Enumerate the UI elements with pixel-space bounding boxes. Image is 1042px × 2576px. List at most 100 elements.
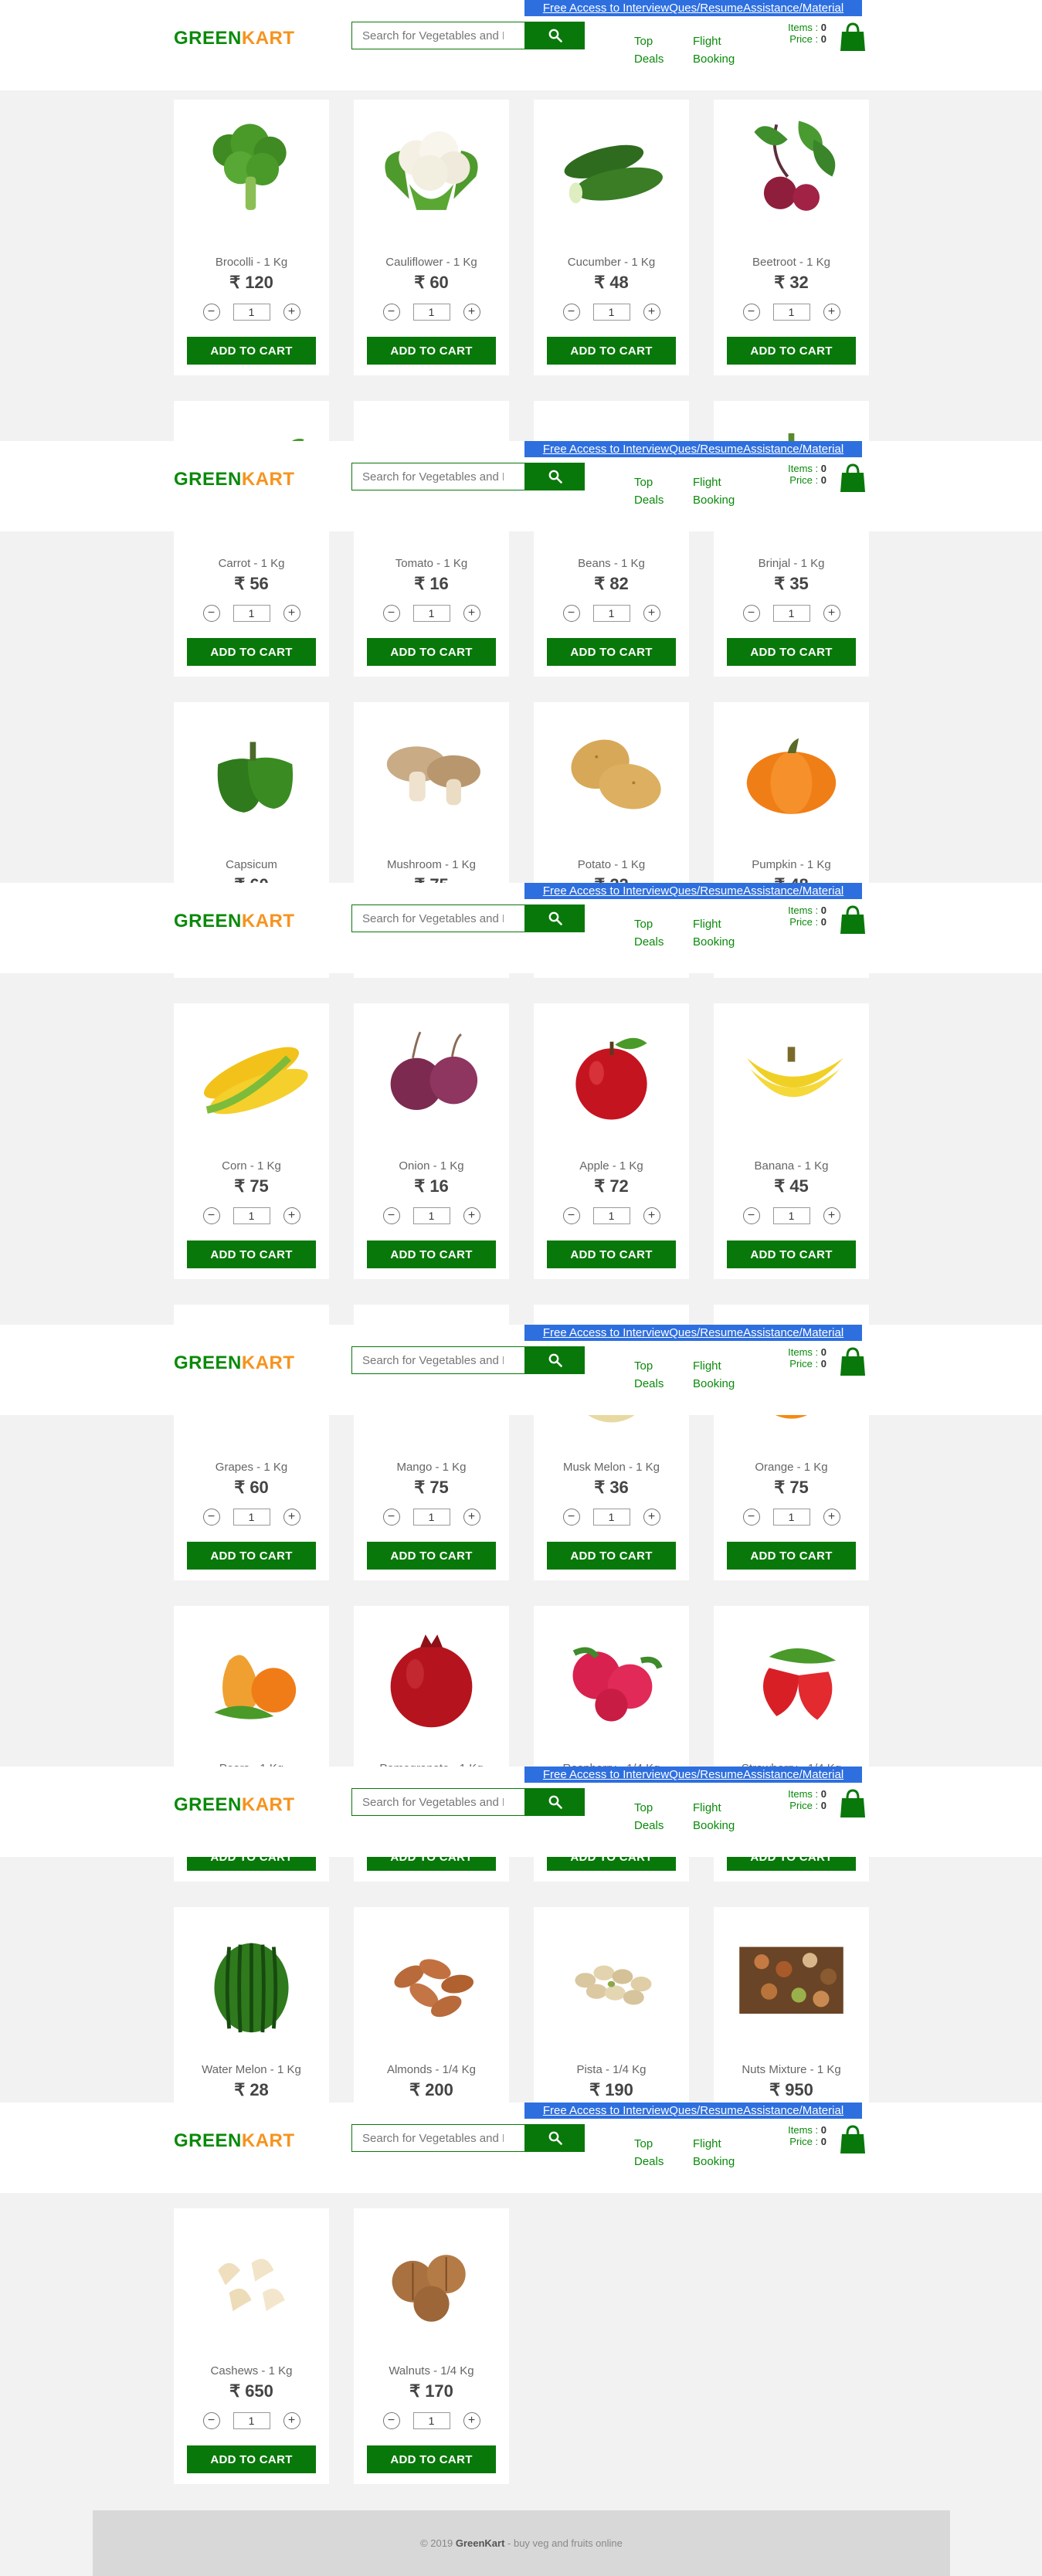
quantity-input[interactable] (592, 1207, 630, 1224)
search-input[interactable] (351, 904, 525, 932)
decrement-button[interactable]: − (382, 1509, 400, 1526)
search-button[interactable] (525, 904, 585, 932)
add-to-cart-button[interactable]: ADD TO CART (727, 1542, 856, 1570)
decrement-button[interactable]: − (382, 1207, 400, 1224)
quantity-input[interactable] (772, 605, 810, 622)
decrement-button[interactable]: − (742, 1509, 760, 1526)
add-to-cart-button[interactable]: ADD TO CART (367, 638, 496, 666)
search-input[interactable] (351, 463, 525, 490)
promo-banner-link[interactable]: Free Access to InterviewQues/ResumeAssis… (524, 883, 862, 899)
search-input[interactable] (351, 1788, 525, 1816)
increment-button[interactable]: + (463, 1509, 480, 1526)
add-to-cart-button[interactable]: ADD TO CART (187, 2445, 316, 2473)
add-to-cart-button[interactable]: ADD TO CART (547, 1542, 676, 1570)
increment-button[interactable]: + (823, 1207, 840, 1224)
increment-button[interactable]: + (283, 1509, 300, 1526)
add-to-cart-button[interactable]: ADD TO CART (367, 2445, 496, 2473)
increment-button[interactable]: + (463, 605, 480, 622)
add-to-cart-button[interactable]: ADD TO CART (547, 638, 676, 666)
quantity-input[interactable] (232, 605, 270, 622)
search-input[interactable] (351, 22, 525, 49)
quantity-input[interactable] (772, 304, 810, 321)
search-button[interactable] (525, 2124, 585, 2152)
cart-bag-icon[interactable] (840, 1788, 866, 1819)
decrement-button[interactable]: − (382, 605, 400, 622)
add-to-cart-button[interactable]: ADD TO CART (727, 337, 856, 365)
decrement-button[interactable]: − (202, 304, 220, 321)
quantity-input[interactable] (592, 605, 630, 622)
decrement-button[interactable]: − (202, 605, 220, 622)
increment-button[interactable]: + (823, 1509, 840, 1526)
decrement-button[interactable]: − (202, 1509, 220, 1526)
add-to-cart-button[interactable]: ADD TO CART (367, 337, 496, 365)
decrement-button[interactable]: − (382, 2412, 400, 2429)
quantity-input[interactable] (592, 1509, 630, 1526)
cart-bag-icon[interactable] (840, 1346, 866, 1377)
decrement-button[interactable]: − (742, 605, 760, 622)
increment-button[interactable]: + (643, 1509, 660, 1526)
nav-flight-booking-link[interactable]: Flight Booking (693, 32, 739, 68)
increment-button[interactable]: + (283, 2412, 300, 2429)
quantity-input[interactable] (412, 1207, 450, 1224)
search-button[interactable] (525, 463, 585, 490)
increment-button[interactable]: + (463, 304, 480, 321)
promo-banner-link[interactable]: Free Access to InterviewQues/ResumeAssis… (524, 1767, 862, 1783)
decrement-button[interactable]: − (202, 2412, 220, 2429)
search-button[interactable] (525, 22, 585, 49)
nav-flight-booking-link[interactable]: Flight Booking (693, 1357, 739, 1393)
increment-button[interactable]: + (463, 1207, 480, 1224)
search-input[interactable] (351, 2124, 525, 2152)
increment-button[interactable]: + (283, 605, 300, 622)
decrement-button[interactable]: − (742, 1207, 760, 1224)
decrement-button[interactable]: − (562, 304, 580, 321)
cart-bag-icon[interactable] (840, 904, 866, 935)
quantity-input[interactable] (412, 304, 450, 321)
quantity-input[interactable] (412, 605, 450, 622)
nav-top-deals-link[interactable]: Top Deals (634, 1357, 681, 1393)
quantity-input[interactable] (412, 1509, 450, 1526)
add-to-cart-button[interactable]: ADD TO CART (187, 337, 316, 365)
quantity-input[interactable] (232, 1509, 270, 1526)
promo-banner-link[interactable]: Free Access to InterviewQues/ResumeAssis… (524, 2103, 862, 2119)
add-to-cart-button[interactable]: ADD TO CART (187, 1542, 316, 1570)
cart-bag-icon[interactable] (840, 22, 866, 53)
increment-button[interactable]: + (823, 304, 840, 321)
nav-flight-booking-link[interactable]: Flight Booking (693, 2135, 739, 2170)
add-to-cart-button[interactable]: ADD TO CART (547, 1240, 676, 1268)
search-input[interactable] (351, 1346, 525, 1374)
nav-top-deals-link[interactable]: Top Deals (634, 2135, 681, 2170)
quantity-input[interactable] (772, 1207, 810, 1224)
quantity-input[interactable] (232, 304, 270, 321)
search-button[interactable] (525, 1346, 585, 1374)
decrement-button[interactable]: − (562, 1509, 580, 1526)
add-to-cart-button[interactable]: ADD TO CART (367, 1542, 496, 1570)
cart-bag-icon[interactable] (840, 2124, 866, 2155)
add-to-cart-button[interactable]: ADD TO CART (187, 638, 316, 666)
search-button[interactable] (525, 1788, 585, 1816)
increment-button[interactable]: + (283, 1207, 300, 1224)
quantity-input[interactable] (232, 1207, 270, 1224)
promo-banner-link[interactable]: Free Access to InterviewQues/ResumeAssis… (524, 1325, 862, 1341)
decrement-button[interactable]: − (562, 605, 580, 622)
add-to-cart-button[interactable]: ADD TO CART (187, 1240, 316, 1268)
quantity-input[interactable] (592, 304, 630, 321)
nav-top-deals-link[interactable]: Top Deals (634, 915, 681, 951)
add-to-cart-button[interactable]: ADD TO CART (547, 337, 676, 365)
nav-top-deals-link[interactable]: Top Deals (634, 473, 681, 509)
decrement-button[interactable]: − (742, 304, 760, 321)
promo-banner-link[interactable]: Free Access to InterviewQues/ResumeAssis… (524, 0, 862, 16)
nav-top-deals-link[interactable]: Top Deals (634, 1799, 681, 1834)
increment-button[interactable]: + (283, 304, 300, 321)
nav-top-deals-link[interactable]: Top Deals (634, 32, 681, 68)
add-to-cart-button[interactable]: ADD TO CART (367, 1240, 496, 1268)
nav-flight-booking-link[interactable]: Flight Booking (693, 1799, 739, 1834)
nav-flight-booking-link[interactable]: Flight Booking (693, 473, 739, 509)
increment-button[interactable]: + (463, 2412, 480, 2429)
decrement-button[interactable]: − (382, 304, 400, 321)
increment-button[interactable]: + (643, 304, 660, 321)
increment-button[interactable]: + (643, 1207, 660, 1224)
increment-button[interactable]: + (643, 605, 660, 622)
quantity-input[interactable] (772, 1509, 810, 1526)
quantity-input[interactable] (412, 2412, 450, 2429)
promo-banner-link[interactable]: Free Access to InterviewQues/ResumeAssis… (524, 441, 862, 457)
